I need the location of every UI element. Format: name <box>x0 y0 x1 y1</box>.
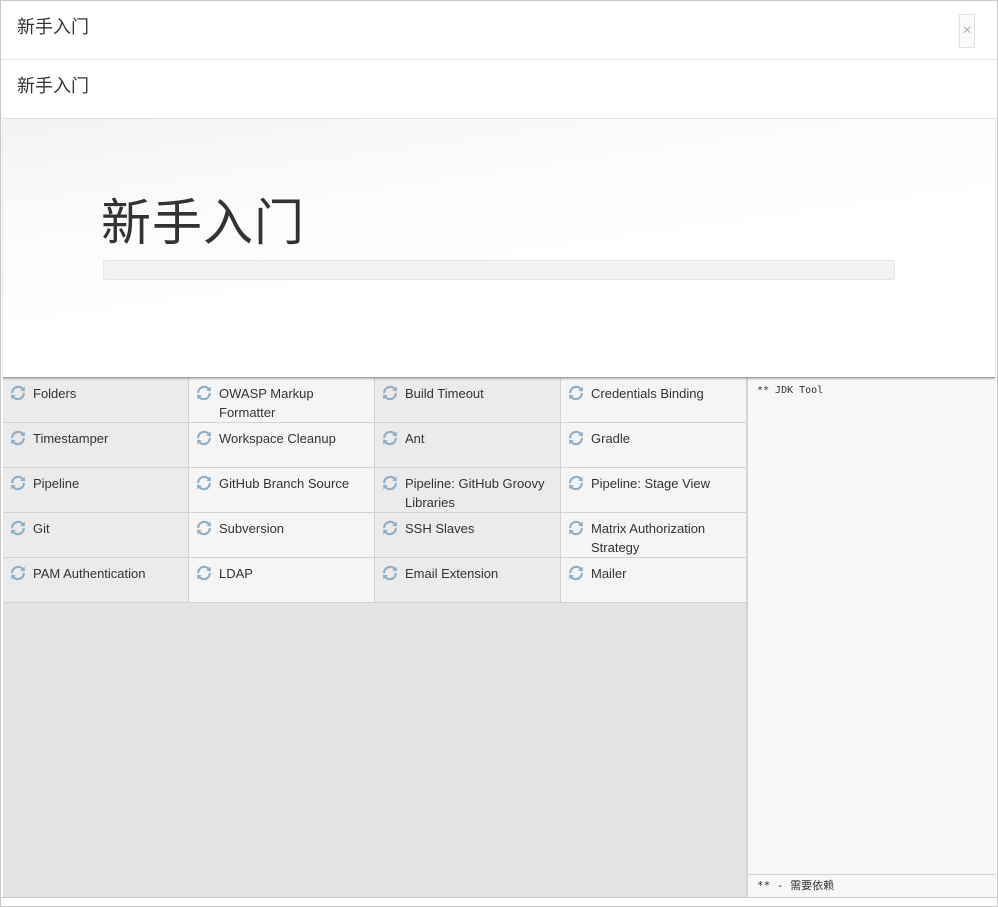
install-log-text: ** JDK Tool <box>757 385 824 396</box>
plugin-item[interactable]: Subversion <box>189 513 375 558</box>
dialog-footer <box>1 897 997 906</box>
plugin-item[interactable]: Matrix Authorization Strategy <box>561 513 746 558</box>
dependency-legend: ** - 需要依赖 <box>757 879 835 892</box>
plugin-list-panel: Folders OWASP Markup Formatter Build Timeo… <box>3 378 747 897</box>
breadcrumb-bar: 新手入门 <box>1 60 997 119</box>
plugin-name: OWASP Markup Formatter <box>219 386 314 420</box>
plugin-name: LDAP <box>219 566 253 581</box>
plugin-name: Matrix Authorization Strategy <box>591 521 706 555</box>
plugin-name: SSH Slaves <box>405 521 475 536</box>
plugin-name: Gradle <box>591 431 631 446</box>
refresh-icon <box>567 564 585 582</box>
refresh-icon <box>195 519 213 537</box>
plugin-name: PAM Authentication <box>33 566 146 581</box>
plugin-item[interactable]: Workspace Cleanup <box>189 423 375 468</box>
plugin-name: Mailer <box>591 566 627 581</box>
hero-banner: 新手入门 <box>3 119 995 378</box>
plugin-item[interactable]: Mailer <box>561 558 746 603</box>
refresh-icon <box>381 519 399 537</box>
refresh-icon <box>567 519 585 537</box>
plugin-item[interactable]: Pipeline <box>3 468 189 513</box>
plugin-name: Credentials Binding <box>591 386 704 401</box>
plugin-item[interactable]: Folders <box>3 378 189 423</box>
refresh-icon <box>567 429 585 447</box>
plugin-name: Folders <box>33 386 77 401</box>
plugin-item[interactable]: LDAP <box>189 558 375 603</box>
plugin-name: Pipeline <box>33 476 80 491</box>
setup-wizard-dialog: 新手入门 × 新手入门 新手入门 Folders OWASP Markup For… <box>0 0 998 907</box>
refresh-icon <box>195 564 213 582</box>
plugin-name: Ant <box>405 431 425 446</box>
refresh-icon <box>567 474 585 492</box>
dialog-header: 新手入门 × <box>1 1 997 60</box>
dialog-title: 新手入门 <box>17 17 89 37</box>
plugin-name: Pipeline: Stage View <box>591 476 711 491</box>
plugin-item[interactable]: GitHub Branch Source <box>189 468 375 513</box>
plugin-name: Pipeline: GitHub Groovy Libraries <box>405 476 545 510</box>
plugin-grid: Folders OWASP Markup Formatter Build Timeo… <box>3 378 746 603</box>
plugin-item[interactable]: Credentials Binding <box>561 378 746 423</box>
plugin-item[interactable]: Git <box>3 513 189 558</box>
refresh-icon <box>381 429 399 447</box>
plugin-name: Git <box>33 521 50 536</box>
plugin-name: Subversion <box>219 521 285 536</box>
plugin-name: Workspace Cleanup <box>219 431 336 446</box>
install-log-panel: ** JDK Tool ** - 需要依赖 <box>747 378 996 897</box>
plugin-name: GitHub Branch Source <box>219 476 350 491</box>
plugin-item[interactable]: PAM Authentication <box>3 558 189 603</box>
refresh-icon <box>381 474 399 492</box>
hero-title: 新手入门 <box>101 195 305 251</box>
refresh-icon <box>567 384 585 402</box>
refresh-icon <box>195 429 213 447</box>
plugin-item[interactable]: Build Timeout <box>375 378 561 423</box>
install-progress-bar <box>103 260 895 280</box>
refresh-icon <box>381 384 399 402</box>
refresh-icon <box>9 564 27 582</box>
refresh-icon <box>9 384 27 402</box>
refresh-icon <box>195 384 213 402</box>
plugin-item[interactable]: SSH Slaves <box>375 513 561 558</box>
plugin-name: Email Extension <box>405 566 499 581</box>
plugin-item[interactable]: Pipeline: GitHub Groovy Libraries <box>375 468 561 513</box>
refresh-icon <box>381 564 399 582</box>
breadcrumb: 新手入门 <box>17 76 89 96</box>
close-button[interactable]: × <box>959 14 975 48</box>
refresh-icon <box>9 519 27 537</box>
plugin-item[interactable]: Timestamper <box>3 423 189 468</box>
plugin-item[interactable]: OWASP Markup Formatter <box>189 378 375 423</box>
install-log-footer: ** - 需要依赖 <box>748 874 996 897</box>
plugin-item[interactable]: Email Extension <box>375 558 561 603</box>
plugin-name: Timestamper <box>33 431 109 446</box>
refresh-icon <box>9 429 27 447</box>
plugin-item[interactable]: Gradle <box>561 423 746 468</box>
plugin-item[interactable]: Pipeline: Stage View <box>561 468 746 513</box>
refresh-icon <box>195 474 213 492</box>
refresh-icon <box>9 474 27 492</box>
plugin-item[interactable]: Ant <box>375 423 561 468</box>
plugin-name: Build Timeout <box>405 386 484 401</box>
